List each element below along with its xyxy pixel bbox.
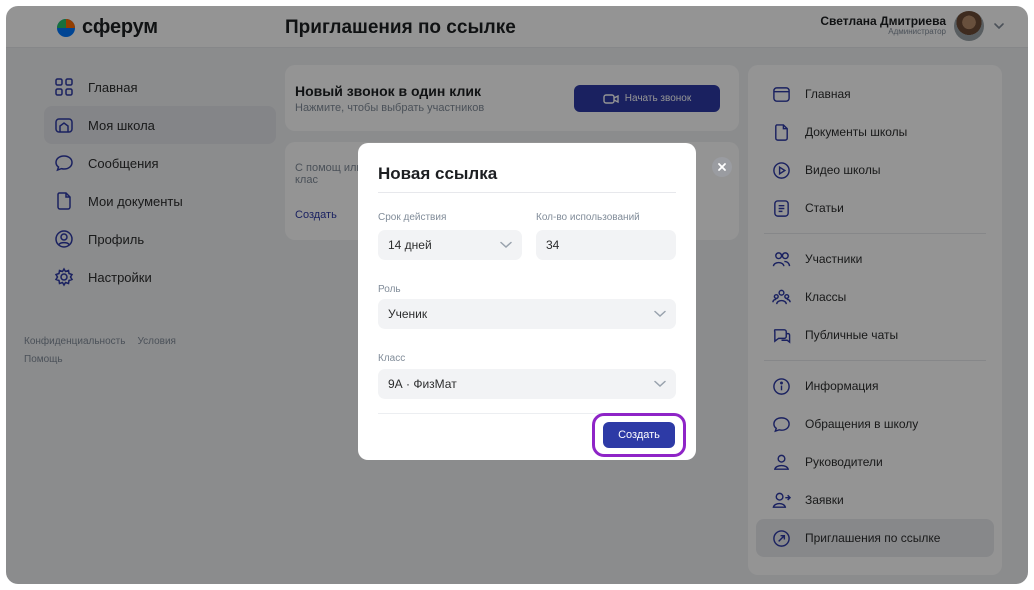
create-button-highlight: Создать [592, 413, 686, 457]
chevron-down-icon [654, 310, 666, 318]
chevron-down-icon [500, 241, 512, 249]
uses-count-input[interactable]: 34 [536, 230, 676, 260]
divider [378, 192, 676, 193]
create-button[interactable]: Создать [603, 422, 675, 448]
expiry-label: Срок действия [378, 212, 447, 223]
uses-label: Кол-во использований [536, 212, 640, 223]
expiry-value: 14 дней [388, 238, 432, 252]
chevron-down-icon [654, 380, 666, 388]
close-button[interactable] [712, 157, 732, 177]
class-label: Класс [378, 353, 406, 364]
role-select[interactable]: Ученик [378, 299, 676, 329]
class-value: 9А · ФизМат [388, 377, 457, 391]
close-icon [718, 163, 726, 171]
modal-title: Новая ссылка [378, 164, 498, 183]
uses-value: 34 [546, 238, 560, 252]
role-label: Роль [378, 284, 401, 295]
role-value: Ученик [388, 307, 428, 321]
expiry-select[interactable]: 14 дней [378, 230, 522, 260]
app-frame: сферум Приглашения по ссылке Светлана Дм… [6, 6, 1028, 584]
class-select[interactable]: 9А · ФизМат [378, 369, 676, 399]
